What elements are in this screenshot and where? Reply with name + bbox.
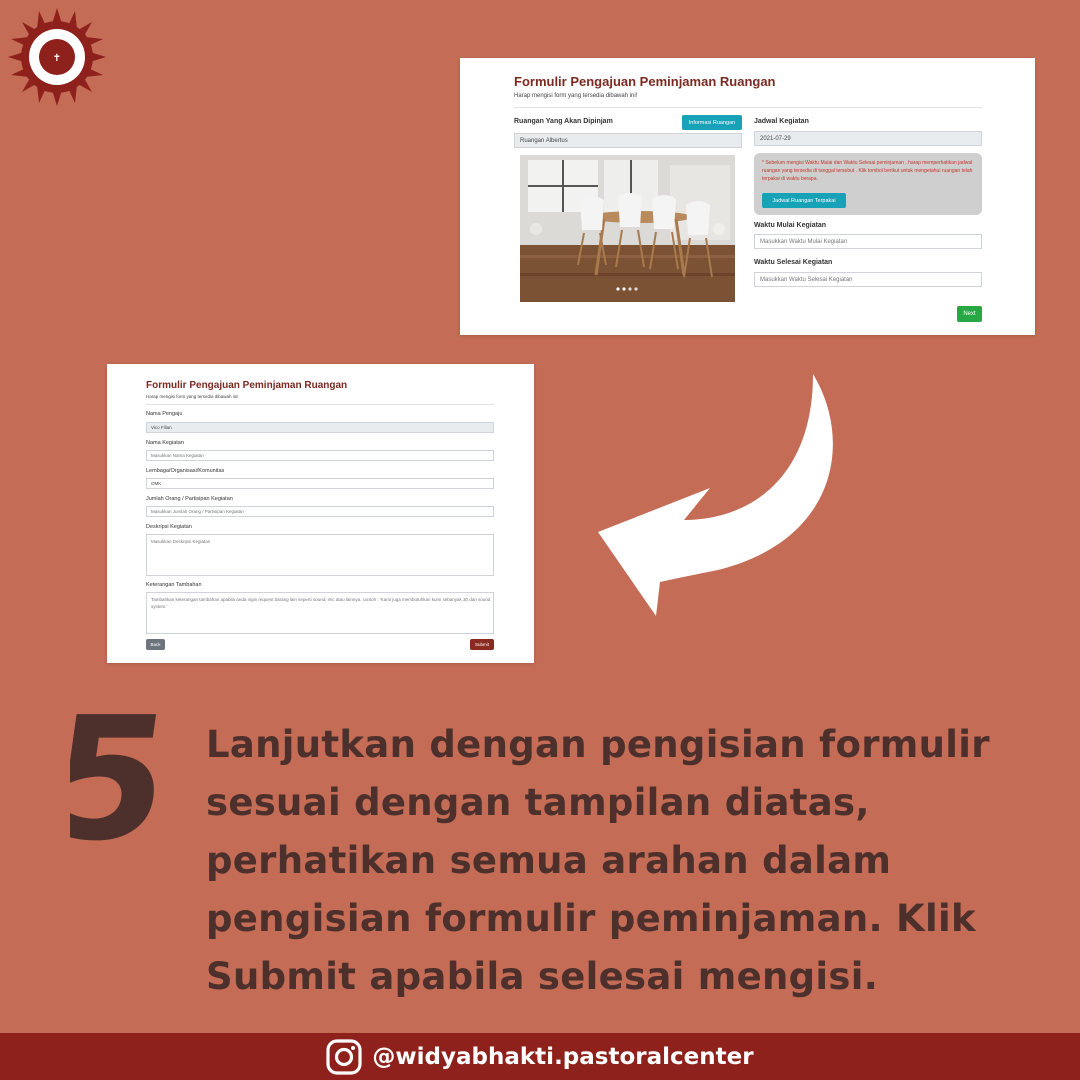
form-subtitle: Harap mengisi form yang tersedia dibawah… xyxy=(146,394,239,399)
next-button[interactable]: Next xyxy=(957,306,982,322)
form-title: Formulir Pengajuan Peminjaman Ruangan xyxy=(514,74,776,89)
step-instruction: Lanjutkan dengan pengisian formulir sesu… xyxy=(206,723,990,998)
used-schedule-button[interactable]: Jadwal Ruangan Terpakai xyxy=(762,193,846,208)
participant-count-label: Jumlah Orang / Partisipan Kegiatan xyxy=(146,496,233,502)
room-label: Ruangan Yang Akan Dipinjam xyxy=(514,118,613,125)
form-title: Formulir Pengajuan Peminjaman Ruangan xyxy=(146,380,348,391)
participant-count-input[interactable]: Masukkan Jumlah Orang / Partisipan Kegia… xyxy=(146,506,494,517)
org-input[interactable]: OMK xyxy=(146,478,494,489)
divider xyxy=(146,404,494,405)
extra-notes-label: Keterangan Tambahan xyxy=(146,582,202,588)
curved-arrow-icon xyxy=(598,370,858,620)
schedule-label: Jadwal Kegiatan xyxy=(754,118,809,125)
form-step1-screenshot: Formulir Pengajuan Peminjaman Ruangan Ha… xyxy=(460,58,1035,335)
room-info-button[interactable]: Informasi Ruangan xyxy=(682,115,742,130)
org-label: Lembaga/Organisasi/Komunitas xyxy=(146,468,225,474)
end-time-input[interactable]: Masukkan Waktu Selesai Kegiatan xyxy=(754,272,982,287)
instagram-handle[interactable]: @widyabhakti.pastoralcenter xyxy=(372,1044,753,1070)
svg-text:✝: ✝ xyxy=(53,53,61,64)
footer-bar: @widyabhakti.pastoralcenter xyxy=(0,1033,1080,1080)
activity-input[interactable]: Masukkan Nama Kegiatan xyxy=(146,450,494,461)
start-time-label: Waktu Mulai Kegiatan xyxy=(754,222,827,229)
activity-label: Nama Kegiatan xyxy=(146,440,184,446)
form-subtitle: Harap mengisi form yang tersedia dibawah… xyxy=(514,93,638,99)
pastoral-center-logo: ✝ xyxy=(6,6,108,108)
room-field[interactable]: Ruangan Albertus xyxy=(514,133,742,148)
schedule-date-field[interactable]: 2021-07-29 xyxy=(754,131,982,146)
divider xyxy=(514,107,982,108)
submit-button[interactable]: Submit xyxy=(470,639,494,650)
end-time-label: Waktu Selesai Kegiatan xyxy=(754,259,833,266)
description-label: Deskripsi Kegiatan xyxy=(146,524,192,530)
start-time-input[interactable]: Masukkan Waktu Mulai Kegiatan xyxy=(754,234,982,249)
description-textarea[interactable]: Masukkan Deskripsi Kegiatan xyxy=(146,534,494,576)
step-number: 5 xyxy=(35,681,181,879)
alert-text: * Sebelum mengisi Waktu Mulai dan Waktu … xyxy=(762,160,973,182)
instagram-icon xyxy=(326,1038,363,1075)
svg-text:5: 5 xyxy=(70,698,170,846)
applicant-label: Nama Pengaju xyxy=(146,411,183,417)
extra-notes-textarea[interactable]: Tambahkan keterangan tambahan apabila an… xyxy=(146,592,494,634)
form-step2-screenshot: Formulir Pengajuan Peminjaman Ruangan Ha… xyxy=(107,364,534,663)
room-photo-carousel[interactable] xyxy=(520,155,735,302)
applicant-field[interactable]: Vico Fillan xyxy=(146,422,494,433)
back-button[interactable]: Back xyxy=(146,639,165,650)
